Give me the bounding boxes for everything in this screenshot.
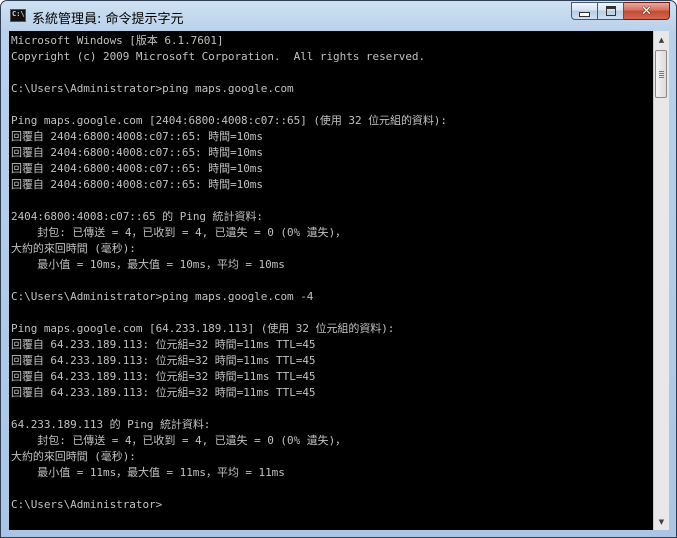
console-line: 2404:6800:4008:c07::65 的 Ping 統計資料: bbox=[11, 210, 263, 223]
console-line: C:\Users\Administrator>ping maps.google.… bbox=[11, 290, 314, 303]
window-controls: ✕ bbox=[571, 2, 670, 20]
close-button[interactable]: ✕ bbox=[624, 2, 670, 20]
thumb-grip-line bbox=[659, 73, 664, 74]
console-line: 最小值 = 11ms，最大值 = 11ms，平均 = 11ms bbox=[11, 466, 285, 479]
window-title: 系統管理員: 命令提示字元 bbox=[32, 12, 184, 27]
cmd-icon[interactable] bbox=[10, 9, 26, 22]
console-line: Ping maps.google.com [2404:6800:4008:c07… bbox=[11, 114, 447, 127]
console-line: 回覆自 64.233.189.113: 位元組=32 時間=11ms TTL=4… bbox=[11, 338, 316, 351]
console-line: 最小值 = 10ms，最大值 = 10ms，平均 = 10ms bbox=[11, 258, 285, 271]
console-line: 64.233.189.113 的 Ping 統計資料: bbox=[11, 418, 211, 431]
console-output[interactable]: Microsoft Windows [版本 6.1.7601] Copyright… bbox=[9, 31, 653, 530]
title-bar[interactable]: 系統管理員: 命令提示字元 ✕ bbox=[1, 1, 676, 31]
minimize-icon bbox=[579, 12, 590, 17]
scroll-thumb[interactable] bbox=[655, 50, 667, 98]
console-line: 大約的來回時間 (毫秒): bbox=[11, 450, 136, 463]
scroll-up-arrow-icon[interactable]: ▲ bbox=[654, 31, 669, 48]
console-line: Ping maps.google.com [64.233.189.113] (使… bbox=[11, 322, 395, 335]
console-line: 封包: 已傳送 = 4，已收到 = 4, 已遺失 = 0 (0% 遺失)， bbox=[11, 434, 347, 447]
console-line: 回覆自 2404:6800:4008:c07::65: 時間=10ms bbox=[11, 130, 263, 143]
vertical-scrollbar[interactable]: ▲ ▼ bbox=[653, 31, 669, 530]
command-prompt-window: 系統管理員: 命令提示字元 ✕ Microsoft Windows [版本 6.… bbox=[0, 0, 677, 538]
console-line: Copyright (c) 2009 Microsoft Corporation… bbox=[11, 50, 426, 63]
minimize-button[interactable] bbox=[571, 2, 598, 20]
scroll-down-arrow-icon[interactable]: ▼ bbox=[654, 513, 669, 530]
thumb-grip-line bbox=[659, 71, 664, 72]
thumb-grip-line bbox=[659, 75, 664, 76]
console-line: 回覆自 64.233.189.113: 位元組=32 時間=11ms TTL=4… bbox=[11, 386, 316, 399]
console-line: 回覆自 64.233.189.113: 位元組=32 時間=11ms TTL=4… bbox=[11, 370, 316, 383]
maximize-button[interactable] bbox=[598, 2, 624, 20]
console-line: C:\Users\Administrator> bbox=[11, 498, 163, 511]
console-line: 回覆自 2404:6800:4008:c07::65: 時間=10ms bbox=[11, 146, 263, 159]
console-line: 封包: 已傳送 = 4，已收到 = 4, 已遺失 = 0 (0% 遺失)， bbox=[11, 226, 347, 239]
console-line: C:\Users\Administrator>ping maps.google.… bbox=[11, 82, 294, 95]
console-line: 回覆自 2404:6800:4008:c07::65: 時間=10ms bbox=[11, 162, 263, 175]
maximize-icon bbox=[605, 6, 616, 16]
console-line: 回覆自 2404:6800:4008:c07::65: 時間=10ms bbox=[11, 178, 263, 191]
console-line: Microsoft Windows [版本 6.1.7601] bbox=[11, 34, 224, 47]
console-line: 大約的來回時間 (毫秒): bbox=[11, 242, 136, 255]
console-line: 回覆自 64.233.189.113: 位元組=32 時間=11ms TTL=4… bbox=[11, 354, 316, 367]
close-icon: ✕ bbox=[641, 3, 652, 19]
thumb-grip-line bbox=[659, 77, 664, 78]
